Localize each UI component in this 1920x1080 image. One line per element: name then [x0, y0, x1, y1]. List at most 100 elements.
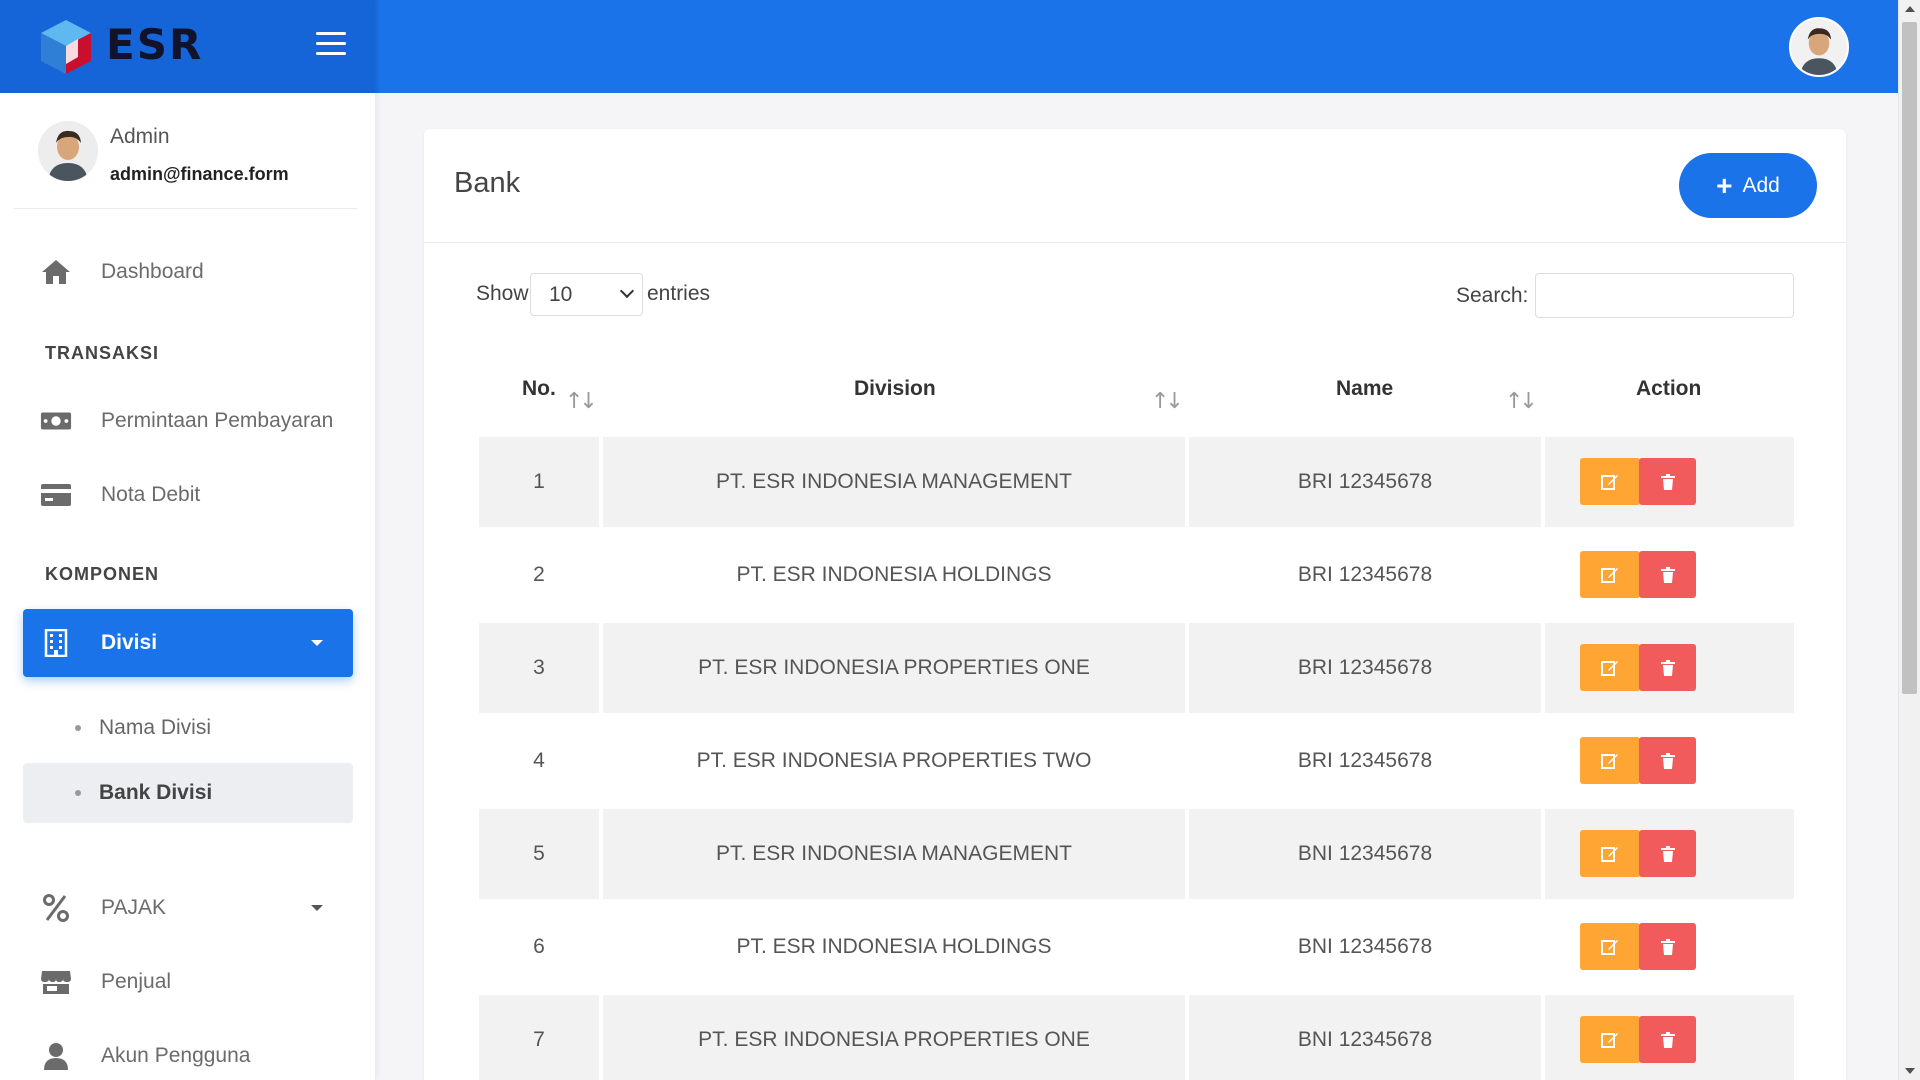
- percent-icon: [40, 892, 72, 924]
- cell-no: 6: [533, 935, 545, 958]
- page-scrollbar[interactable]: [1898, 0, 1920, 1080]
- search-input[interactable]: [1535, 273, 1794, 318]
- building-icon: [40, 627, 72, 659]
- bullet-icon: [75, 725, 81, 731]
- trash-icon: [1660, 566, 1675, 583]
- menu-toggle-icon[interactable]: [316, 32, 346, 56]
- edit-button[interactable]: [1580, 551, 1640, 598]
- avatar[interactable]: [1789, 17, 1849, 77]
- sidebar-item-akun-pengguna[interactable]: Akun Pengguna: [23, 1025, 353, 1080]
- card-header: Bank + Add: [424, 129, 1846, 243]
- trash-icon: [1660, 1031, 1675, 1048]
- user-email: admin@finance.form: [110, 164, 289, 184]
- page-title: Bank: [454, 167, 521, 199]
- cell-division: PT. ESR INDONESIA MANAGEMENT: [603, 437, 1185, 527]
- cell-name: BNI 12345678: [1189, 809, 1541, 899]
- sidebar-item-label: Akun Pengguna: [101, 1044, 251, 1067]
- entries-select[interactable]: 10: [530, 273, 643, 316]
- cell-division: PT. ESR INDONESIA HOLDINGS: [736, 563, 1052, 586]
- cell-name: BRI 12345678: [1189, 437, 1541, 527]
- trash-icon: [1660, 473, 1675, 490]
- trash-icon: [1660, 752, 1675, 769]
- topbar: ESR: [0, 0, 1898, 93]
- sidebar-item-penjual[interactable]: Penjual: [23, 951, 353, 1013]
- sidebar-item-label: Penjual: [101, 970, 172, 993]
- home-icon: [40, 256, 72, 288]
- scroll-down-icon[interactable]: [1905, 1068, 1915, 1074]
- edit-icon: [1601, 474, 1618, 490]
- sidebar-item-permintaan-pembayaran[interactable]: Permintaan Pembayaran: [23, 390, 353, 452]
- column-header-action: Action: [1636, 377, 1702, 400]
- cell-division: PT. ESR INDONESIA HOLDINGS: [736, 935, 1052, 958]
- chevron-down-icon: [311, 640, 323, 646]
- avatar: [38, 121, 98, 181]
- plus-icon: +: [1716, 169, 1733, 201]
- edit-icon: [1601, 567, 1618, 583]
- cell-division: PT. ESR INDONESIA PROPERTIES ONE: [603, 623, 1185, 713]
- edit-button[interactable]: [1580, 1016, 1640, 1063]
- search-label: Search:: [1456, 284, 1529, 307]
- bank-card: Bank + Add Show 10 entries Search: No. ↑…: [424, 129, 1846, 1080]
- edit-button[interactable]: [1580, 737, 1640, 784]
- sidebar-item-divisi[interactable]: Divisi: [23, 609, 353, 677]
- sidebar-item-label: Bank Divisi: [99, 781, 213, 804]
- edit-button[interactable]: [1580, 923, 1640, 970]
- delete-button[interactable]: [1639, 1016, 1696, 1063]
- edit-icon: [1601, 660, 1618, 676]
- delete-button[interactable]: [1639, 551, 1696, 598]
- sidebar-subitem-bank-divisi[interactable]: Bank Divisi: [23, 763, 353, 823]
- cell-no: 5: [479, 809, 599, 899]
- column-header-division[interactable]: Division: [854, 377, 936, 401]
- chevron-down-icon: [619, 283, 635, 299]
- delete-button[interactable]: [1639, 923, 1696, 970]
- user-icon: [40, 1040, 72, 1072]
- sidebar-item-pajak[interactable]: PAJAK: [23, 877, 353, 939]
- sidebar-subitem-nama-divisi[interactable]: Nama Divisi: [23, 698, 353, 758]
- delete-button[interactable]: [1639, 458, 1696, 505]
- trash-icon: [1660, 659, 1675, 676]
- add-button[interactable]: + Add: [1679, 153, 1817, 218]
- sort-icon[interactable]: ↑↓: [1151, 389, 1184, 414]
- sidebar-item-label: Divisi: [101, 631, 158, 654]
- cell-no: 1: [479, 437, 599, 527]
- chevron-down-icon: [311, 905, 323, 911]
- sort-icon[interactable]: ↑↓: [565, 389, 598, 414]
- user-profile: Admin admin@finance.form: [14, 93, 358, 209]
- scroll-up-icon[interactable]: [1905, 6, 1915, 12]
- delete-button[interactable]: [1639, 830, 1696, 877]
- entries-select-value: 10: [549, 282, 573, 306]
- sort-icon[interactable]: ↑↓: [1505, 389, 1538, 414]
- scroll-thumb[interactable]: [1902, 22, 1917, 694]
- cell-name: BRI 12345678: [1189, 623, 1541, 713]
- cell-name: BNI 12345678: [1189, 995, 1541, 1080]
- brand-name: ESR: [106, 20, 204, 69]
- edit-button[interactable]: [1580, 644, 1640, 691]
- edit-icon: [1601, 939, 1618, 955]
- money-icon: [40, 405, 72, 437]
- cell-division: PT. ESR INDONESIA PROPERTIES TWO: [696, 749, 1092, 772]
- add-button-label: Add: [1742, 173, 1780, 197]
- section-header-komponen: KOMPONEN: [45, 564, 160, 584]
- sidebar-item-nota-debit[interactable]: Nota Debit: [23, 464, 353, 526]
- user-name: Admin: [110, 125, 170, 148]
- delete-button[interactable]: [1639, 644, 1696, 691]
- entries-label: entries: [647, 282, 711, 305]
- edit-icon: [1601, 846, 1618, 862]
- sidebar: Admin admin@finance.form Dashboard TRANS…: [0, 93, 375, 1080]
- sidebar-item-dashboard[interactable]: Dashboard: [23, 241, 353, 303]
- delete-button[interactable]: [1639, 737, 1696, 784]
- cell-no: 4: [533, 749, 545, 772]
- column-header-name[interactable]: Name: [1336, 377, 1393, 401]
- sidebar-item-label: Nama Divisi: [99, 716, 212, 739]
- logo-icon: [41, 20, 91, 74]
- column-header-no[interactable]: No.: [522, 377, 556, 401]
- edit-button[interactable]: [1580, 830, 1640, 877]
- cell-no: 2: [533, 563, 545, 586]
- sidebar-item-label: PAJAK: [101, 896, 166, 919]
- sidebar-item-label: Nota Debit: [101, 483, 201, 506]
- credit-card-icon: [40, 479, 72, 511]
- show-label: Show: [476, 282, 529, 305]
- trash-icon: [1660, 845, 1675, 862]
- edit-button[interactable]: [1580, 458, 1640, 505]
- bullet-icon: [75, 790, 81, 796]
